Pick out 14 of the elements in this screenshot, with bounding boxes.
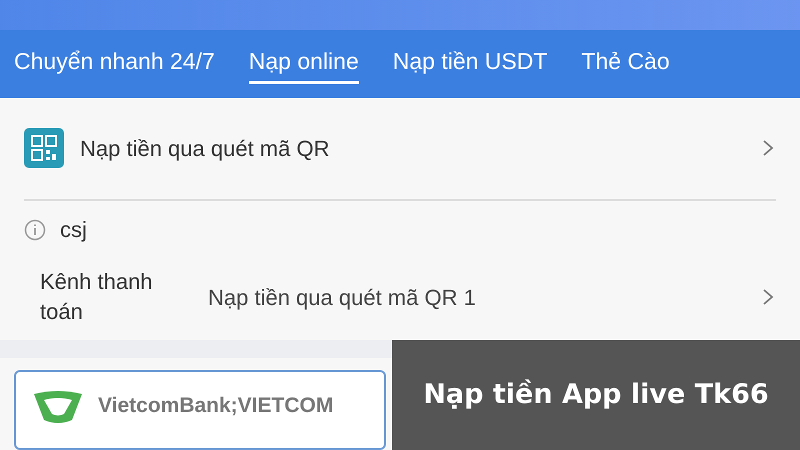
tab[interactable]: Chuyển nhanh 24/7 [14, 44, 215, 84]
info-text: csj [60, 216, 87, 244]
bank-logo-icon [32, 390, 84, 424]
tab[interactable]: Nạp online [248, 44, 359, 84]
chevron-right-icon [762, 288, 774, 306]
qr-deposit-row[interactable]: Nạp tiền qua quét mã QR [0, 98, 800, 199]
qr-code-icon [24, 128, 64, 168]
tab[interactable]: Nạp tiền USDT [392, 44, 548, 84]
payment-channel-row[interactable]: Kênh thanh toán Nạp tiền qua quét mã QR 1 [0, 258, 800, 336]
caption-banner: Nạp tiền App live Tk66 [392, 340, 800, 450]
tab[interactable]: Thẻ Cào [581, 44, 670, 84]
bank-card[interactable]: VietcomBank;VIETCOM [14, 370, 386, 450]
chevron-right-icon [762, 139, 774, 158]
info-icon [24, 218, 46, 241]
